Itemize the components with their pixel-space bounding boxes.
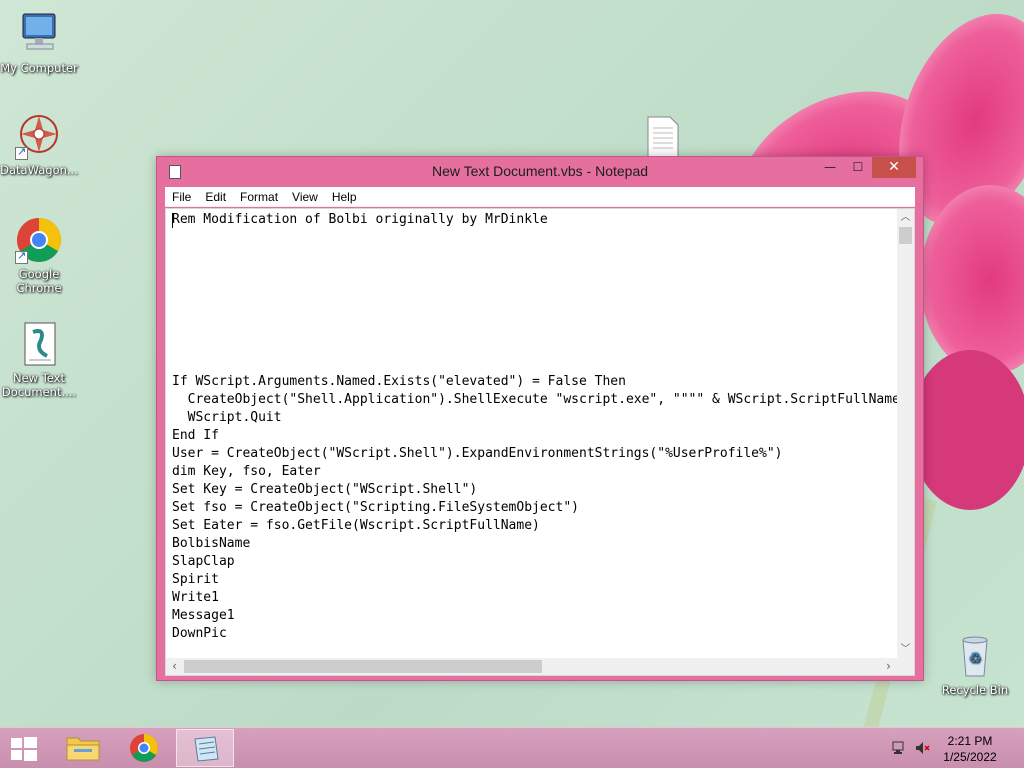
notepad-window: New Text Document.vbs - Notepad — ☐ ✕ Fi… <box>156 156 924 681</box>
chrome-icon <box>15 216 63 264</box>
menu-help[interactable]: Help <box>325 187 364 206</box>
taskbar-notepad[interactable] <box>176 729 234 767</box>
volume-muted-icon[interactable] <box>914 740 930 756</box>
clock-time: 2:21 PM <box>947 734 993 748</box>
maximize-button[interactable]: ☐ <box>844 157 872 178</box>
desktop-icon-label: My Computer <box>0 61 78 75</box>
desktop-icon-my-computer[interactable]: My Computer <box>0 10 78 75</box>
desktop-icon-label: Recycle Bin <box>941 683 1009 697</box>
desktop-icon-recycle-bin[interactable]: ♻ Recycle Bin <box>936 632 1014 697</box>
scrollbar-corner <box>897 658 914 675</box>
vertical-scroll-thumb[interactable] <box>899 227 912 244</box>
scroll-right-arrow-icon[interactable]: › <box>880 658 897 675</box>
desktop-icon-datawagon[interactable]: DataWagon... <box>0 112 78 177</box>
scroll-up-arrow-icon[interactable]: ︿ <box>897 209 914 226</box>
desktop-icon-new-text-document[interactable]: New Text Document.... <box>0 320 78 399</box>
desktop-icon-label: Google Chrome <box>16 267 62 295</box>
minimize-button[interactable]: — <box>816 157 844 178</box>
menu-edit[interactable]: Edit <box>198 187 233 206</box>
window-title: New Text Document.vbs - Notepad <box>431 163 649 179</box>
menu-view[interactable]: View <box>285 187 325 206</box>
chrome-icon <box>130 734 158 762</box>
taskbar-chrome[interactable] <box>115 729 173 767</box>
computer-icon <box>15 10 63 58</box>
window-titlebar[interactable]: New Text Document.vbs - Notepad — ☐ ✕ <box>157 157 923 185</box>
horizontal-scroll-thumb[interactable] <box>184 660 542 673</box>
close-button[interactable]: ✕ <box>872 157 916 178</box>
shortcut-arrow-icon <box>15 249 28 264</box>
horizontal-scrollbar[interactable]: ‹ › <box>166 658 897 675</box>
taskbar-file-explorer[interactable] <box>54 729 112 767</box>
file-icon <box>647 116 679 158</box>
folder-icon <box>66 737 100 761</box>
clock[interactable]: 2:21 PM 1/25/2022 <box>934 733 1006 765</box>
text-editor[interactable]: Rem Modification of Bolbi originally by … <box>166 209 897 658</box>
taskbar: 2:21 PM 1/25/2022 <box>0 727 1024 768</box>
menu-file[interactable]: File <box>165 187 198 206</box>
menu-bar: File Edit Format View Help <box>165 187 915 207</box>
desktop-icon-google-chrome[interactable]: Google Chrome <box>0 216 78 295</box>
editor-panel: Rem Modification of Bolbi originally by … <box>165 208 915 676</box>
system-tray: 2:21 PM 1/25/2022 <box>884 728 1024 768</box>
scroll-left-arrow-icon[interactable]: ‹ <box>166 658 183 675</box>
vbs-script-file-icon <box>15 320 63 368</box>
datawagon-icon <box>15 112 63 160</box>
notepad-icon <box>194 736 219 762</box>
menu-format[interactable]: Format <box>233 187 285 206</box>
clock-date: 1/25/2022 <box>943 750 997 764</box>
shortcut-arrow-icon <box>15 145 28 160</box>
start-button[interactable] <box>0 728 48 768</box>
desktop-icon-label: DataWagon... <box>0 163 78 177</box>
desktop-icon-label: New Text Document.... <box>1 371 77 399</box>
network-icon[interactable] <box>892 740 908 756</box>
svg-text:♻: ♻ <box>969 651 982 667</box>
scroll-down-arrow-icon[interactable]: ﹀ <box>897 641 914 658</box>
text-caret <box>172 213 173 228</box>
vertical-scrollbar[interactable]: ︿ ﹀ <box>897 209 914 658</box>
windows-logo-icon <box>11 737 37 761</box>
recycle-bin-icon: ♻ <box>951 632 999 680</box>
